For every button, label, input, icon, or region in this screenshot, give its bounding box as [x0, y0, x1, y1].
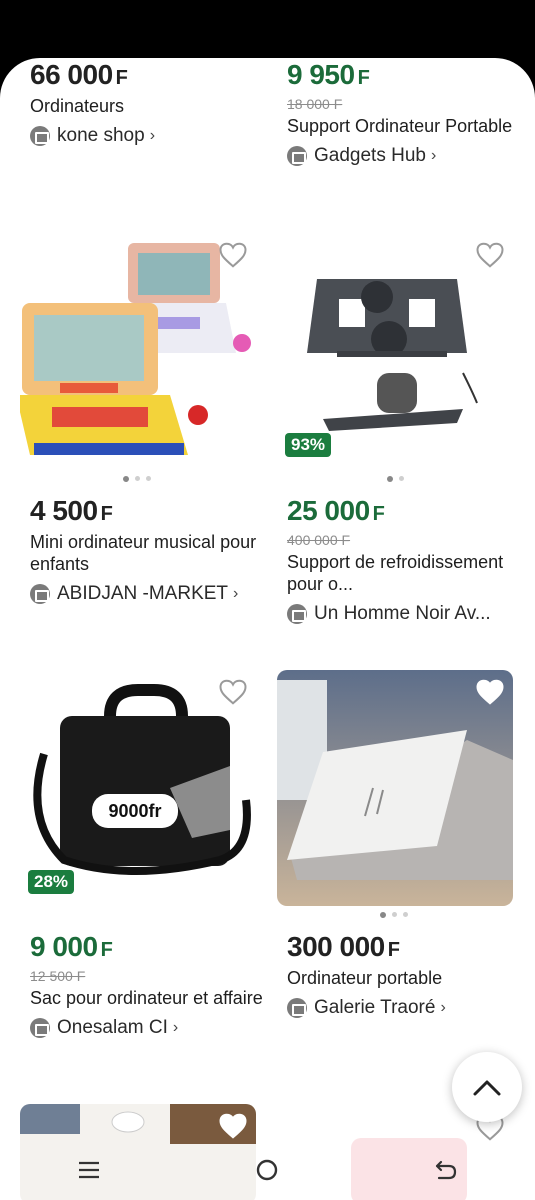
menu-button[interactable]	[59, 1145, 119, 1195]
chevron-right-icon: ›	[233, 585, 239, 602]
favorite-heart-icon[interactable]	[218, 1112, 248, 1140]
home-button[interactable]	[237, 1145, 297, 1195]
favorite-heart-icon[interactable]	[475, 241, 505, 269]
bag-price-label: 9000fr	[108, 801, 161, 821]
shop-name: Onesalam CI	[57, 1017, 168, 1038]
chevron-right-icon: ›	[430, 147, 437, 164]
shop-link[interactable]: Gadgets Hub ›	[287, 145, 523, 167]
product-image-ordinateur-portable[interactable]	[277, 670, 513, 906]
old-price: 12 500 F	[30, 968, 86, 984]
menu-icon	[79, 1161, 100, 1179]
carousel-dots	[387, 476, 404, 482]
chevron-right-icon: ›	[172, 1019, 179, 1036]
back-button[interactable]	[416, 1145, 476, 1195]
product-image-sac-ordinateur[interactable]: 9000fr 28%	[20, 670, 256, 906]
chevron-up-icon	[473, 1080, 501, 1096]
shop-link[interactable]: ABIDJAN -MARKET ›	[30, 583, 266, 605]
price: 300 000 F	[287, 931, 400, 962]
shop-icon	[287, 604, 307, 624]
scroll-to-top-button[interactable]	[452, 1052, 522, 1122]
carousel-dots	[123, 476, 151, 482]
price: 9 950 F	[287, 59, 370, 90]
old-price: 18 000 F	[287, 96, 343, 112]
back-icon	[435, 1160, 456, 1180]
favorite-heart-icon[interactable]	[475, 678, 505, 706]
price: 9 000 F	[30, 931, 113, 962]
shop-icon	[30, 1018, 50, 1038]
product-title: Ordinateurs	[30, 96, 125, 116]
shop-name: Galerie Traoré	[314, 997, 436, 1018]
discount-badge: 28%	[28, 870, 75, 894]
system-navigation-bar	[0, 1140, 535, 1200]
product-card-sac-ordinateur[interactable]: 9 000 F 12 500 F Sac pour ordinateur et a…	[30, 932, 266, 1039]
carousel-dots	[380, 912, 408, 918]
chevron-right-icon: ›	[440, 999, 446, 1016]
shop-icon	[287, 146, 307, 166]
shop-link[interactable]: kone shop ›	[30, 125, 266, 147]
shop-link[interactable]: Un Homme Noir Av...	[287, 603, 523, 625]
product-title: Sac pour ordinateur et affaire	[30, 988, 263, 1008]
shop-name: Gadgets Hub	[314, 145, 426, 166]
product-title: Support Ordinateur Portable	[287, 116, 513, 136]
shop-link[interactable]: Onesalam CI ›	[30, 1017, 266, 1039]
shop-name: kone shop	[57, 125, 145, 146]
product-card-mini-ordinateur[interactable]: 4 500 F Mini ordinateur musical pour enfa…	[30, 496, 266, 605]
favorite-heart-icon[interactable]	[218, 241, 248, 269]
price: 4 500 F	[30, 495, 113, 526]
product-card-ordinateurs[interactable]: 66 000 F Ordinateurs kone shop ›	[30, 60, 266, 147]
product-feed[interactable]: 66 000 F Ordinateurs kone shop › 9 950 F 1…	[0, 58, 535, 1200]
shop-name: ABIDJAN -MARKET	[57, 583, 229, 604]
product-image-support-refroidissement[interactable]: 93%	[277, 233, 513, 469]
product-title: Support de refroidissement pour o...	[287, 552, 504, 594]
product-card-support-refroidissement[interactable]: 25 000 F 400 000 F Support de refroidisse…	[287, 496, 523, 625]
discount-badge: 93%	[285, 433, 332, 457]
product-title: Ordinateur portable	[287, 968, 443, 988]
home-icon	[257, 1159, 278, 1181]
product-image-mini-ordinateur[interactable]	[20, 233, 256, 469]
status-bar	[0, 0, 535, 60]
product-card-support-ordinateur[interactable]: 9 950 F 18 000 F Support Ordinateur Porta…	[287, 60, 523, 167]
shop-icon	[30, 584, 50, 604]
shop-icon	[287, 998, 307, 1018]
shop-icon	[30, 126, 50, 146]
price: 66 000 F	[30, 59, 128, 90]
chevron-right-icon: ›	[149, 127, 156, 144]
shop-link[interactable]: Galerie Traoré ›	[287, 997, 523, 1019]
product-card-ordinateur-portable[interactable]: 300 000 F Ordinateur portable Galerie Tra…	[287, 932, 523, 1019]
price: 25 000 F	[287, 495, 385, 526]
favorite-heart-icon[interactable]	[218, 678, 248, 706]
shop-name: Un Homme Noir Av...	[314, 603, 491, 624]
old-price: 400 000 F	[287, 532, 351, 548]
product-title: Mini ordinateur musical pour enfants	[30, 532, 257, 574]
